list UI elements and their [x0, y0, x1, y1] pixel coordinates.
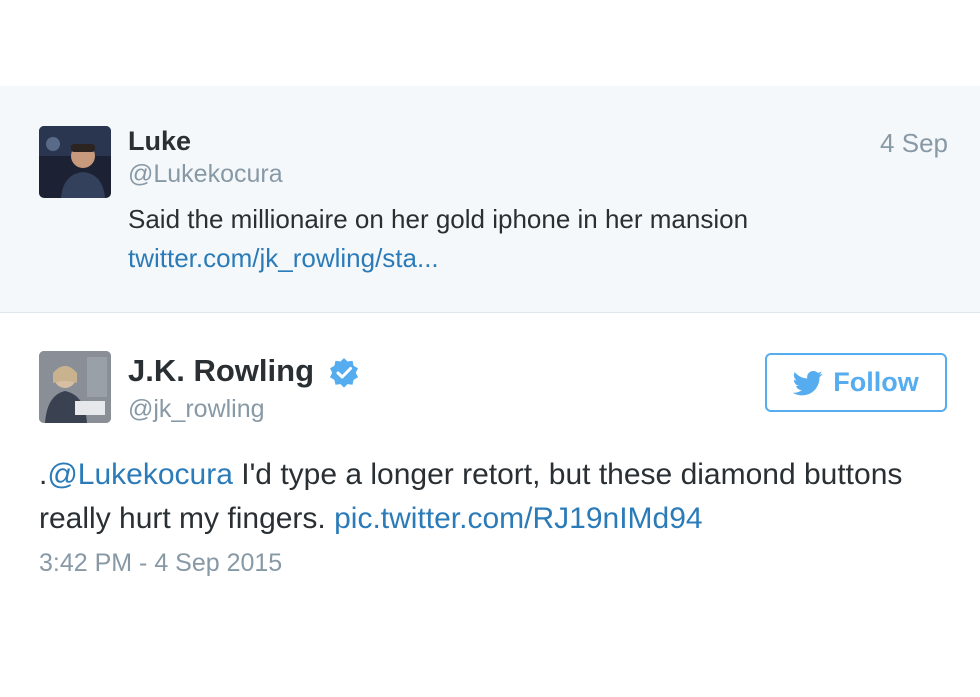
follow-button[interactable]: Follow [765, 353, 947, 412]
reply-text: Said the millionaire on her gold iphone … [128, 204, 749, 234]
luke-avatar[interactable] [39, 126, 111, 198]
reply-date[interactable]: 4 Sep [880, 128, 948, 159]
reply-tweet[interactable]: Luke @Lukekocura 4 Sep Said the milliona… [0, 86, 980, 313]
main-tweet: J.K. Rowling @jk_rowling Follow .@Lukeko… [0, 313, 980, 697]
jk-avatar[interactable] [39, 351, 111, 423]
reply-author-handle[interactable]: @Lukekocura [128, 160, 283, 189]
tweet-text: .@Lukekocura I'd type a longer retort, b… [39, 453, 939, 541]
avatar-image [39, 126, 111, 198]
tweet-mention-link[interactable]: @Lukekocura [47, 458, 233, 491]
reply-quoted-link[interactable]: twitter.com/jk_rowling/sta... [128, 243, 439, 274]
avatar-image [39, 351, 111, 423]
verified-badge-icon [330, 358, 358, 388]
follow-button-label: Follow [833, 367, 919, 397]
tweet-author-handle[interactable]: @jk_rowling [128, 395, 265, 424]
tweet-timestamp[interactable]: 3:42 PM - 4 Sep 2015 [39, 549, 282, 578]
tweet-author-name[interactable]: J.K. Rowling [128, 353, 314, 389]
reply-author-name[interactable]: Luke [128, 126, 191, 157]
tweet-pic-link[interactable]: pic.twitter.com/RJ19nIMd94 [334, 502, 702, 535]
twitter-bird-icon [793, 370, 823, 395]
